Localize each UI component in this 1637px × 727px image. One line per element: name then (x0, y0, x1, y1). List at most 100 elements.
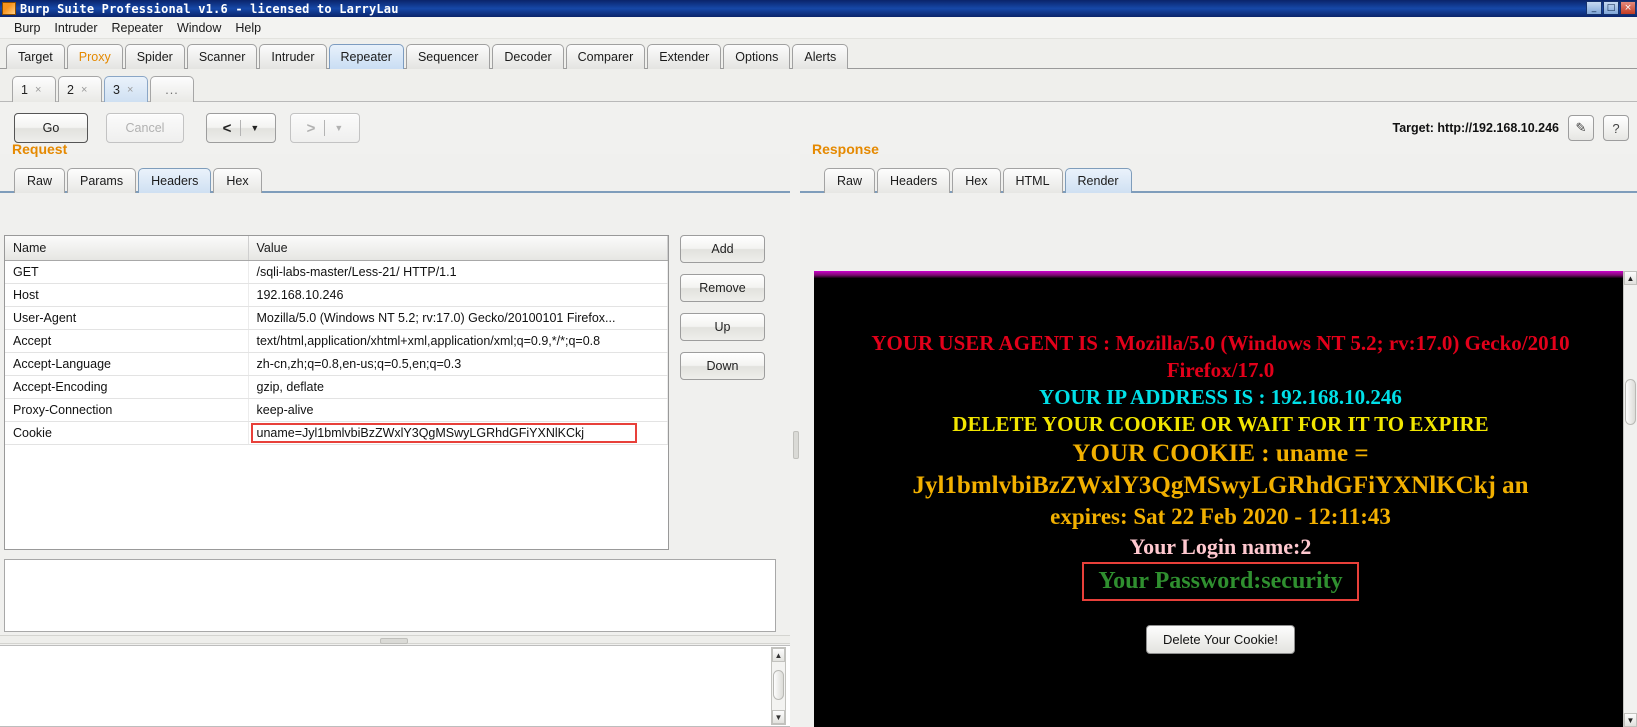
tab-sequencer[interactable]: Sequencer (405, 44, 491, 69)
headers-table-container[interactable]: Name Value GET /sqli-labs-master/Less-21… (4, 235, 669, 550)
response-vertical-scrollbar[interactable]: ▲ ▼ (1623, 271, 1637, 727)
window-title: Burp Suite Professional v1.6 - licensed … (20, 1, 399, 16)
menu-burp[interactable]: Burp (8, 19, 46, 37)
down-button[interactable]: Down (680, 352, 765, 380)
close-button[interactable]: × (1620, 1, 1636, 15)
header-value-cell[interactable]: keep-alive (248, 398, 668, 422)
tab-target[interactable]: Target (6, 44, 65, 69)
chevron-right-icon: > (306, 119, 316, 137)
column-header-value[interactable]: Value (248, 236, 668, 261)
vertical-splitter[interactable] (790, 135, 800, 727)
menu-window[interactable]: Window (171, 19, 227, 37)
menu-help[interactable]: Help (229, 19, 267, 37)
table-row[interactable]: Cookie uname=Jyl1bmlvbiBzZWxlY3QgMSwyLGR… (5, 421, 668, 445)
request-tab-params[interactable]: Params (67, 168, 137, 193)
remove-button[interactable]: Remove (680, 274, 765, 302)
tab-proxy[interactable]: Proxy (66, 44, 123, 69)
scroll-up-icon[interactable]: ▲ (772, 648, 785, 662)
repeater-tab-2[interactable]: 2 × (58, 76, 102, 102)
response-tab-html[interactable]: HTML (1002, 168, 1063, 193)
table-row[interactable]: GET /sqli-labs-master/Less-21/ HTTP/1.1 (5, 260, 668, 284)
header-name-cell[interactable]: Accept-Language (5, 352, 249, 376)
up-button[interactable]: Up (680, 313, 765, 341)
response-tab-hex[interactable]: Hex (952, 168, 1001, 193)
header-name-cell[interactable]: Cookie (5, 421, 249, 445)
chevron-down-icon[interactable]: ▼ (250, 123, 259, 133)
request-raw-preview[interactable] (0, 645, 790, 727)
menu-intruder[interactable]: Intruder (48, 19, 103, 37)
header-value-cell[interactable]: text/html,application/xhtml+xml,applicat… (248, 329, 668, 353)
header-value-cell[interactable]: gzip, deflate (248, 375, 668, 399)
password-line: Your Password:security (1098, 568, 1343, 595)
scroll-up-icon[interactable]: ▲ (1624, 271, 1637, 285)
header-name-cell[interactable]: GET (5, 260, 249, 284)
tab-intruder[interactable]: Intruder (259, 44, 327, 69)
header-value-cell[interactable]: Mozilla/5.0 (Windows NT 5.2; rv:17.0) Ge… (248, 306, 668, 330)
header-name-cell[interactable]: User-Agent (5, 306, 249, 330)
headers-table: Name Value GET /sqli-labs-master/Less-21… (5, 236, 668, 445)
menu-repeater[interactable]: Repeater (106, 19, 169, 37)
header-value-cell[interactable]: zh-cn,zh;q=0.8,en-us;q=0.5,en;q=0.3 (248, 352, 668, 376)
login-name-line: Your Login name:2 (1129, 533, 1312, 559)
repeater-tab-3[interactable]: 3 × (104, 76, 148, 102)
request-body-editor[interactable] (4, 559, 776, 632)
tab-extender[interactable]: Extender (647, 44, 722, 69)
close-icon[interactable]: × (35, 84, 41, 96)
header-value-cell[interactable]: 192.168.10.246 (248, 283, 668, 307)
burp-suite-window: Burp Suite Professional v1.6 - licensed … (0, 0, 1637, 727)
header-value-cell[interactable]: /sqli-labs-master/Less-21/ HTTP/1.1 (248, 260, 668, 284)
request-tab-headers[interactable]: Headers (138, 168, 212, 193)
scroll-down-icon[interactable]: ▼ (772, 710, 785, 724)
response-tab-raw[interactable]: Raw (824, 168, 876, 193)
tab-options[interactable]: Options (723, 44, 791, 69)
delete-cookie-notice: DELETE YOUR COOKIE OR WAIT FOR IT TO EXP… (952, 411, 1489, 436)
add-button[interactable]: Add (680, 235, 765, 263)
response-title: Response (812, 141, 879, 157)
column-header-name[interactable]: Name (5, 236, 249, 261)
scroll-down-icon[interactable]: ▼ (1624, 713, 1637, 727)
tab-spider[interactable]: Spider (124, 44, 185, 69)
table-row[interactable]: Host 192.168.10.246 (5, 283, 668, 307)
header-name-cell[interactable]: Host (5, 283, 249, 307)
request-vertical-scrollbar[interactable]: ▲ ▼ (771, 647, 786, 725)
repeater-tab-1[interactable]: 1 × (12, 76, 56, 102)
header-name-cell[interactable]: Accept (5, 329, 249, 353)
page-top-banner (814, 271, 1627, 278)
table-row[interactable]: Accept-Language zh-cn,zh;q=0.8,en-us;q=0… (5, 352, 668, 376)
scrollbar-thumb[interactable] (1625, 379, 1636, 425)
table-row[interactable]: User-Agent Mozilla/5.0 (Windows NT 5.2; … (5, 306, 668, 330)
request-response-panes: Request Raw Params Headers Hex Name Valu… (0, 135, 1637, 727)
tab-decoder[interactable]: Decoder (492, 44, 564, 69)
tab-repeater[interactable]: Repeater (328, 44, 404, 69)
close-icon[interactable]: × (127, 84, 133, 96)
scrollbar-thumb[interactable] (773, 670, 784, 700)
header-value-cell-cookie[interactable]: uname=Jyl1bmlvbiBzZWxlY3QgMSwyLGRhdGFiYX… (248, 421, 668, 445)
chevron-left-icon: < (222, 119, 232, 137)
request-tab-raw[interactable]: Raw (14, 168, 66, 193)
response-tab-headers[interactable]: Headers (877, 168, 951, 193)
minimize-button[interactable]: _ (1586, 1, 1602, 15)
repeater-tab-more[interactable]: ... (150, 76, 194, 102)
tab-alerts[interactable]: Alerts (792, 44, 849, 69)
header-name-cell[interactable]: Proxy-Connection (5, 398, 249, 422)
tab-comparer[interactable]: Comparer (565, 44, 646, 69)
chevron-down-icon[interactable]: ▼ (334, 123, 343, 133)
cookie-value-text: uname=Jyl1bmlvbiBzZWxlY3QgMSwyLGRhdGFiYX… (256, 426, 585, 440)
tab-scanner[interactable]: Scanner (186, 44, 258, 69)
table-header-row: Name Value (5, 236, 668, 261)
delete-your-cookie-button[interactable]: Delete Your Cookie! (1146, 624, 1295, 654)
request-tab-hex[interactable]: Hex (213, 168, 262, 193)
horizontal-splitter[interactable] (0, 635, 790, 644)
table-row[interactable]: Accept text/html,application/xhtml+xml,a… (5, 329, 668, 353)
rendered-content: YOUR USER AGENT IS : Mozilla/5.0 (Window… (814, 278, 1627, 727)
response-tab-render[interactable]: Render (1064, 168, 1132, 193)
target-label: Target: http://192.168.10.246 (1392, 121, 1559, 135)
cookie-line-1: YOUR COOKIE : uname = (1072, 439, 1369, 467)
rendered-page: YOUR USER AGENT IS : Mozilla/5.0 (Window… (814, 271, 1627, 727)
close-icon[interactable]: × (81, 84, 87, 96)
table-row[interactable]: Proxy-Connection keep-alive (5, 398, 668, 422)
table-row[interactable]: Accept-Encoding gzip, deflate (5, 375, 668, 399)
request-title: Request (12, 141, 68, 157)
header-name-cell[interactable]: Accept-Encoding (5, 375, 249, 399)
maximize-button[interactable]: □ (1603, 1, 1619, 15)
